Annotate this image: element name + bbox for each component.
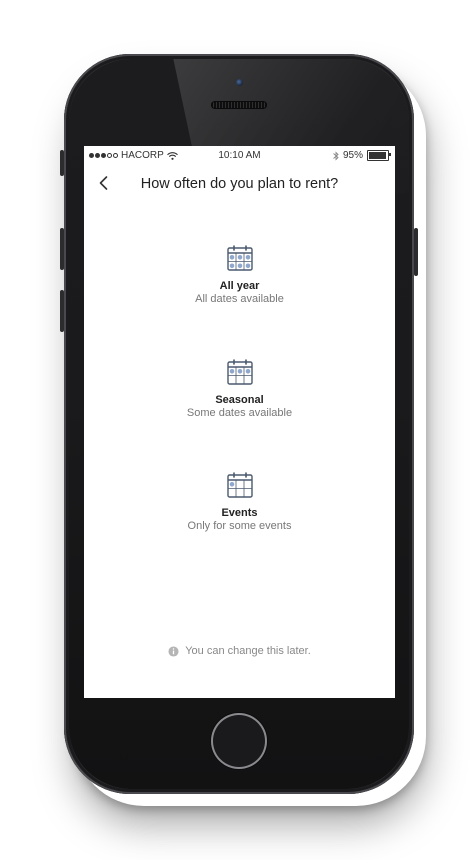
page-title: How often do you plan to rent? bbox=[140, 176, 339, 192]
option-label: Events bbox=[221, 507, 258, 519]
option-description: Some dates available bbox=[186, 407, 293, 419]
status-right: 95% bbox=[333, 150, 391, 161]
option-label: Seasonal bbox=[215, 394, 264, 406]
option-description: Only for some events bbox=[187, 520, 292, 532]
option-events[interactable]: Events Only for some events bbox=[84, 471, 395, 532]
earpiece-speaker bbox=[211, 101, 267, 109]
bluetooth-icon bbox=[333, 150, 339, 161]
footer-note: You can change this later. bbox=[84, 645, 395, 657]
volume-up-button[interactable] bbox=[60, 228, 64, 270]
footer-note-text: You can change this later. bbox=[185, 645, 311, 657]
battery-percent: 95% bbox=[342, 150, 363, 161]
option-all-year[interactable]: All year All dates available bbox=[84, 244, 395, 305]
battery-cap bbox=[389, 153, 391, 156]
mute-switch[interactable] bbox=[60, 150, 64, 176]
battery-level bbox=[369, 152, 387, 159]
option-label: All year bbox=[219, 280, 260, 292]
home-button[interactable] bbox=[211, 713, 267, 769]
option-seasonal[interactable]: Seasonal Some dates available bbox=[84, 358, 395, 419]
screen: HACORP 10:10 AM 95% How often do you pla… bbox=[84, 146, 395, 698]
option-description: All dates available bbox=[195, 293, 284, 305]
volume-down-button[interactable] bbox=[60, 290, 64, 332]
calendar-all-icon bbox=[226, 245, 253, 271]
calendar-events-icon bbox=[226, 472, 253, 498]
status-bar: HACORP 10:10 AM 95% bbox=[84, 146, 395, 164]
battery-icon bbox=[367, 150, 391, 161]
stage: HACORP 10:10 AM 95% How often do you pla… bbox=[0, 0, 475, 860]
front-camera bbox=[236, 79, 243, 86]
power-button[interactable] bbox=[414, 228, 418, 276]
info-icon bbox=[168, 645, 179, 657]
calendar-seasonal-icon bbox=[226, 359, 253, 385]
header: How often do you plan to rent? bbox=[84, 164, 395, 206]
